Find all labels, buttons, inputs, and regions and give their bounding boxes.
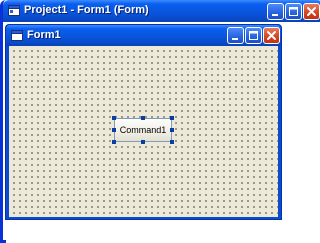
form1-close-button[interactable] — [263, 27, 280, 44]
close-button[interactable] — [303, 3, 320, 20]
designer-window-title: Project1 - Form1 (Form) — [24, 4, 149, 16]
selection-handle-right[interactable] — [170, 128, 174, 132]
form-icon — [11, 30, 23, 41]
selection-handle-top-right[interactable] — [170, 116, 174, 120]
form1-title: Form1 — [27, 29, 61, 41]
minimize-icon — [272, 14, 278, 16]
form1-title-bar[interactable]: Form1 — [6, 25, 281, 46]
form1-minimize-button[interactable] — [227, 27, 244, 44]
command1-button[interactable]: Command1 — [114, 118, 172, 142]
selection-handle-bottom-left[interactable] — [112, 140, 116, 144]
vb-form-icon — [8, 5, 20, 16]
minimize-button[interactable] — [267, 3, 284, 20]
maximize-icon — [289, 7, 298, 16]
command1-label: Command1 — [119, 125, 167, 135]
selection-handle-bottom[interactable] — [141, 140, 145, 144]
selection-handle-top[interactable] — [141, 116, 145, 120]
maximize-button[interactable] — [285, 3, 302, 20]
selection-handle-top-left[interactable] — [112, 116, 116, 120]
designer-title-bar[interactable]: Project1 - Form1 (Form) — [3, 0, 320, 22]
close-icon — [307, 7, 316, 16]
close-icon — [267, 31, 276, 40]
form1-maximize-button[interactable] — [245, 27, 262, 44]
selection-handle-left[interactable] — [112, 128, 116, 132]
maximize-icon — [249, 31, 258, 40]
selection-handle-bottom-right[interactable] — [170, 140, 174, 144]
minimize-icon — [232, 38, 238, 40]
